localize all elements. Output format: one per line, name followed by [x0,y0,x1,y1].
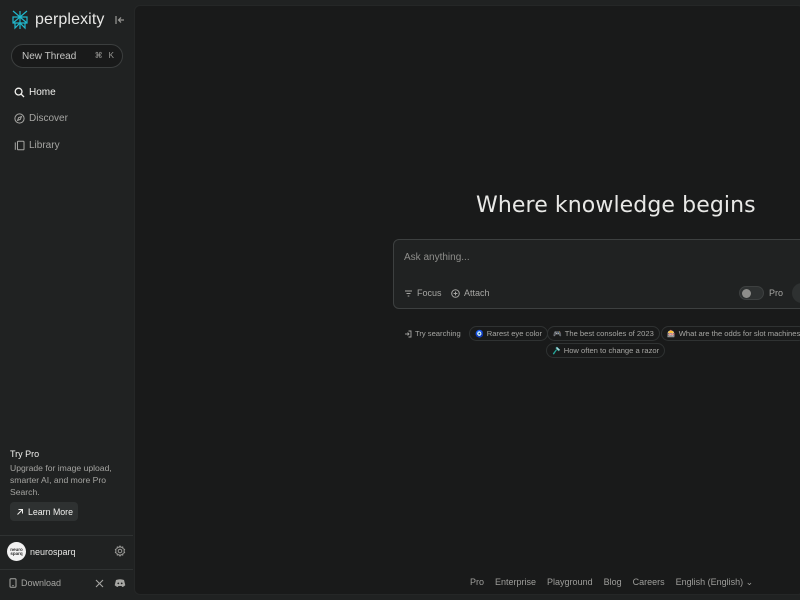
suggestion-text: How often to change a razor [563,346,660,355]
suggestion-chip[interactable]: 🪒 How often to change a razor [546,343,666,358]
gear-icon[interactable] [114,545,126,557]
suggestion-chip[interactable]: 🧿 Rarest eye color [469,326,549,341]
avatar-text: neuro sparq [10,546,23,556]
suggestion-text: What are the odds for slot machines [678,329,800,338]
sidebar-item-label: Home [29,86,56,98]
suggestion-emoji: 🪒 [552,347,561,355]
footer-link-pro[interactable]: Pro [470,577,484,588]
sidebar-divider [0,535,133,536]
attach-label: Attach [464,288,490,298]
footer-link-careers[interactable]: Careers [633,577,665,588]
logo[interactable]: perplexity [11,10,104,30]
suggestion-chip[interactable]: 🎰 What are the odds for slot machines [661,326,800,341]
download-label: Download [21,578,62,588]
suggestion-emoji: 🎰 [667,330,676,338]
keyboard-shortcut: ⌘ K [95,51,114,60]
footer-link-playground[interactable]: Playground [547,577,593,588]
download-button[interactable]: Download [9,578,61,588]
try-searching-text: Try searching [415,329,461,338]
sidebar: perplexity New Thread ⌘ K Home Discover … [0,0,133,600]
search-input[interactable]: Ask anything... [404,252,470,263]
k-key: K [108,51,114,60]
plus-circle-icon [451,288,460,298]
logo-text: perplexity [35,11,105,28]
language-label: English (English) [675,577,744,587]
submit-button[interactable] [792,283,800,303]
user-profile[interactable]: neuro sparq neurosparq [7,542,76,561]
avatar: neuro sparq [7,542,26,561]
suggestion-emoji: 🎮 [553,330,562,338]
pro-label: Pro [769,288,784,298]
app-window: perplexity New Thread ⌘ K Home Discover … [0,0,800,600]
pro-toggle[interactable] [739,286,764,300]
suggestion-emoji: 🧿 [475,330,484,338]
chevron-down-icon: ⌄ [745,577,754,587]
search-icon [14,87,25,97]
sidebar-item-label: Library [29,139,60,151]
learn-more-label: Learn More [28,506,73,517]
sidebar-item-label: Discover [29,112,68,124]
x-twitter-icon[interactable] [95,579,104,588]
new-thread-button[interactable]: New Thread ⌘ K [11,44,123,68]
phone-icon [9,578,17,588]
sidebar-item-discover[interactable]: Discover [14,110,68,126]
compass-icon [14,112,25,124]
suggestion-chip[interactable]: 🎮 The best consoles of 2023 [547,326,660,341]
try-pro-panel: Try Pro Upgrade for image upload, smarte… [10,449,125,498]
new-thread-label: New Thread [22,50,77,62]
try-pro-title: Try Pro [10,449,40,459]
arrow-into-icon [405,330,412,337]
try-pro-description: Upgrade for image upload, smarter AI, an… [10,463,112,497]
suggestion-text: The best consoles of 2023 [564,329,654,338]
language-selector[interactable]: English (English) ⌄ [676,577,754,588]
footer-links: Pro Enterprise Playground Blog Careers E… [470,577,753,588]
suggestion-text: Rarest eye color [486,329,543,338]
sidebar-item-home[interactable]: Home [14,84,56,100]
sidebar-divider [0,569,133,570]
page-title: Where knowledge begins [476,193,756,218]
username: neurosparq [30,546,76,557]
focus-button[interactable]: Focus [404,288,442,298]
sidebar-item-library[interactable]: Library [14,137,60,153]
attach-button[interactable]: Attach [451,288,490,298]
focus-label: Focus [417,288,442,298]
command-key-icon: ⌘ [94,51,103,60]
discord-icon[interactable] [114,578,126,588]
footer-link-blog[interactable]: Blog [604,577,622,588]
footer-link-enterprise[interactable]: Enterprise [495,577,536,588]
arrow-up-right-icon [17,508,23,515]
search-box[interactable]: Ask anything... Focus Attach Pro [393,239,800,309]
toggle-knob [742,289,751,298]
learn-more-button[interactable]: Learn More [10,502,78,521]
collapse-sidebar-icon[interactable] [114,14,126,26]
try-searching-label: Try searching [404,329,461,338]
library-icon [14,140,25,150]
filter-icon [405,290,412,296]
perplexity-logo-icon [12,10,28,30]
